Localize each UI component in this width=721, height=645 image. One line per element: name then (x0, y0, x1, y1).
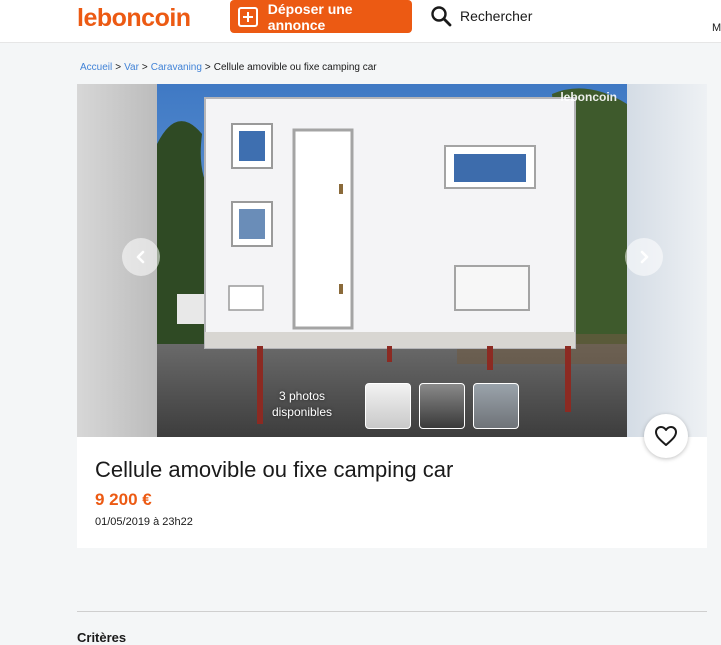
photo-thumbnail[interactable] (473, 383, 519, 429)
breadcrumb-separator: > (141, 62, 148, 73)
photo-count-line2: disponibles (271, 405, 333, 419)
post-ad-label: Déposer une annonce (267, 0, 353, 33)
breadcrumb-current: Cellule amovible ou fixe camping car (213, 62, 377, 73)
breadcrumb-region[interactable]: Var (124, 62, 139, 73)
breadcrumb: Accueil > Var > Caravaning > Cellule amovible … (80, 62, 377, 73)
ad-card: leboncoin 3 photos disponibles Cellule a… (77, 84, 707, 548)
breadcrumb-separator: > (204, 62, 211, 73)
account-menu[interactable]: M (712, 22, 721, 34)
photo-count-line1: 3 photos (278, 389, 326, 403)
search-label: Rechercher (460, 8, 533, 24)
heart-icon (655, 426, 677, 446)
plus-icon (238, 6, 258, 27)
favorite-button[interactable] (644, 414, 688, 458)
post-ad-button[interactable]: Déposer une annonce (230, 0, 412, 33)
next-photo-button[interactable] (625, 238, 663, 276)
chevron-right-icon (640, 250, 649, 264)
chevron-left-icon (136, 250, 145, 264)
photo-thumbnail[interactable] (365, 383, 411, 429)
breadcrumb-home[interactable]: Accueil (80, 62, 112, 73)
leboncoin-logo[interactable]: leboncoin (77, 4, 191, 33)
criteria-heading: Critères (77, 630, 127, 645)
photo-count[interactable]: 3 photos disponibles (267, 388, 337, 420)
photo-watermark: leboncoin (560, 90, 617, 104)
ad-date: 01/05/2019 à 23h22 (95, 516, 193, 528)
search-icon (431, 6, 452, 27)
breadcrumb-separator: > (115, 62, 122, 73)
photo-thumbnail[interactable] (419, 383, 465, 429)
previous-photo-button[interactable] (122, 238, 160, 276)
photo-gallery[interactable]: leboncoin 3 photos disponibles (77, 84, 707, 437)
ad-price: 9 200 € (95, 490, 152, 509)
search-button[interactable]: Rechercher (430, 5, 532, 27)
top-bar: leboncoin Déposer une annonce Rechercher… (0, 0, 721, 43)
breadcrumb-category[interactable]: Caravaning (151, 62, 202, 73)
ad-title: Cellule amovible ou fixe camping car (95, 457, 454, 482)
section-divider (77, 611, 707, 612)
